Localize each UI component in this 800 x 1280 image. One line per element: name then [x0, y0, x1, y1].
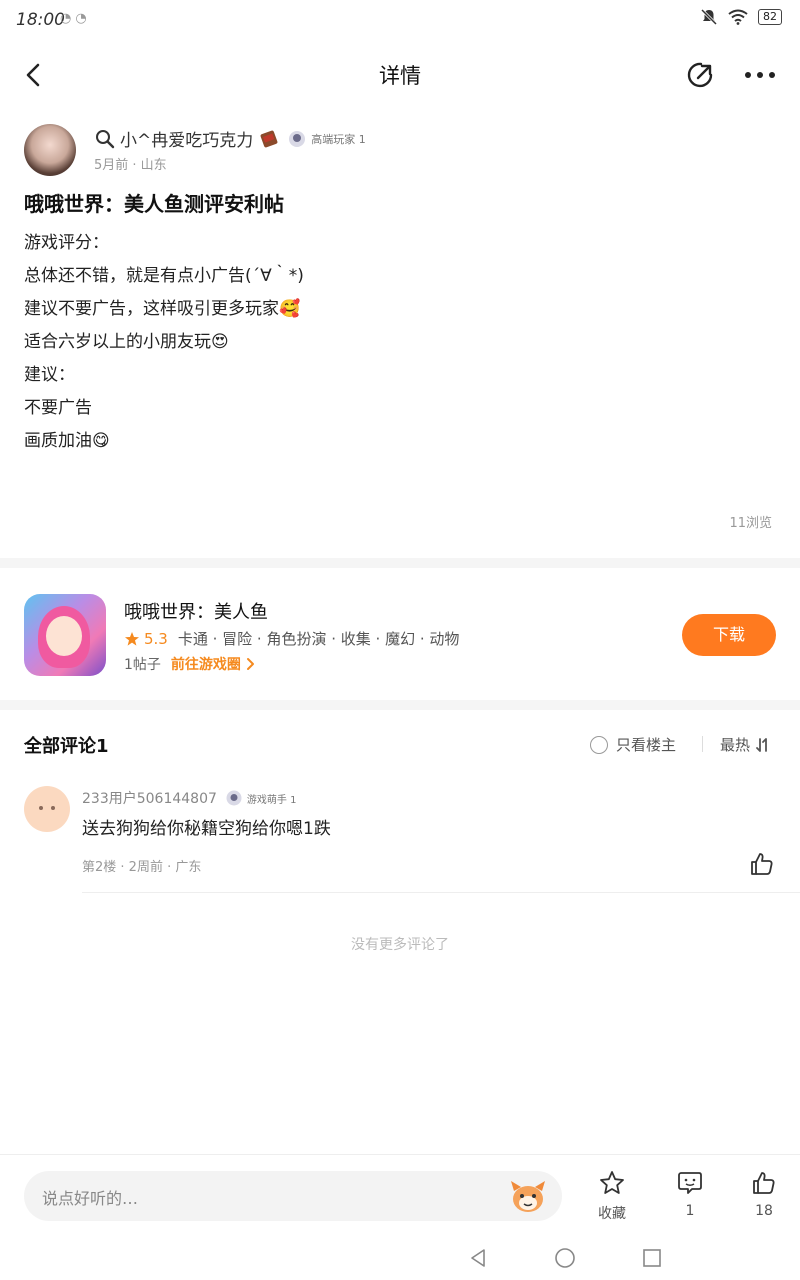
chevron-right-icon [246, 658, 254, 670]
game-tags: 卡通 · 冒险 · 角色扮演 · 收集 · 魔幻 · 动物 [177, 630, 460, 648]
avatar-eye [39, 806, 43, 810]
notification-icons: ◔◔ [60, 11, 91, 26]
wifi-icon [728, 9, 748, 25]
favorite-button[interactable]: 收藏 [582, 1169, 642, 1223]
author-level-badge: 高端玩家 1 [311, 132, 366, 146]
player-badge-icon [226, 790, 242, 806]
status-time: 18:00 [16, 10, 65, 30]
sort-label: 最热 [720, 736, 751, 754]
post-meta: 5月前 · 山东 [94, 158, 167, 173]
nav-recents-square-icon[interactable] [640, 1246, 664, 1270]
header-separator [702, 736, 703, 752]
player-badge-icon [289, 130, 306, 147]
nav-home-circle-icon[interactable] [553, 1246, 577, 1270]
game-posts-line: 1帖子 前往游戏圈 [124, 654, 257, 674]
only-op-toggle[interactable]: 只看楼主 [590, 734, 676, 755]
post-header: 小^冉爱吃巧克力 高端玩家 1 5月前 · 山东 [24, 124, 784, 180]
bottom-action-bar: 说点好听的… 收藏 1 18 [0, 1154, 800, 1234]
sort-toggle[interactable]: 最热 [720, 734, 772, 755]
no-more-comments: 没有更多评论了 [351, 937, 449, 953]
status-icons: 82 [700, 8, 782, 26]
post-line: 适合六岁以上的小朋友玩😍 [24, 332, 229, 352]
post-line: 总体还不错，就是有点小广告(´∀｀*) [24, 266, 304, 286]
thumbs-up-icon [751, 853, 773, 875]
view-count: 11浏览 [729, 516, 772, 531]
magnifier-emoji-icon [96, 129, 115, 148]
system-nav-bar [0, 1236, 800, 1280]
post-line: 游戏评分： [24, 233, 109, 253]
game-tags-line: 5.3 卡通 · 冒险 · 角色扮演 · 收集 · 魔幻 · 动物 [124, 628, 459, 649]
comment-bubble-icon [678, 1172, 702, 1194]
page-title: 详情 [379, 64, 421, 88]
game-icon[interactable] [24, 594, 106, 676]
avatar-eye [51, 806, 55, 810]
chocolate-emoji-icon [260, 130, 278, 147]
post-line: 不要广告 [24, 398, 92, 418]
post-line: 画质加油😋 [24, 431, 110, 451]
post-body: 游戏评分： 总体还不错，就是有点小广告(´∀｀*) 建议不要广告，这样吸引更多玩… [24, 230, 764, 461]
post-line: 建议： [24, 365, 75, 385]
comment-divider [82, 892, 800, 893]
mascot-emoji-icon[interactable] [508, 1177, 548, 1215]
game-card[interactable]: 哦哦世界：美人鱼 5.3 卡通 · 冒险 · 角色扮演 · 收集 · 魔幻 · … [0, 580, 800, 694]
only-op-label: 只看楼主 [616, 736, 677, 754]
battery-indicator: 82 [758, 9, 782, 25]
star-outline-icon [600, 1171, 624, 1194]
author-avatar[interactable] [24, 124, 76, 176]
mute-bell-icon [700, 8, 718, 26]
comments-header: 全部评论1 只看楼主 最热 [0, 722, 800, 766]
download-button[interactable]: 下载 [682, 614, 776, 656]
author-line: 小^冉爱吃巧克力 高端玩家 1 [94, 126, 366, 151]
more-dots-icon [745, 72, 775, 78]
radio-circle-icon [590, 735, 608, 754]
comment-meta: 第2楼 · 2周前 · 广东 [82, 860, 202, 875]
nav-bar: 详情 [0, 46, 800, 104]
comment-input-placeholder: 说点好听的… [42, 1189, 139, 1208]
post-title: 哦哦世界：美人鱼测评安利帖 [24, 192, 284, 216]
like-button[interactable]: 18 [734, 1169, 794, 1219]
comment-text: 送去狗狗给你秘籍空狗给你嗯1跌 [82, 819, 331, 839]
commenter-level-badge: 游戏萌手 1 [246, 794, 297, 806]
post-line: 建议不要广告，这样吸引更多玩家🥰 [24, 299, 301, 319]
share-button[interactable] [684, 58, 718, 92]
star-icon [125, 631, 139, 646]
more-button[interactable] [740, 58, 780, 92]
game-name[interactable]: 哦哦世界：美人鱼 [124, 598, 268, 624]
like-count: 18 [755, 1203, 773, 1219]
game-posts-count: 1帖子 [124, 657, 161, 673]
game-icon-face [46, 616, 82, 656]
comments-title: 全部评论1 [24, 736, 109, 757]
section-divider [0, 558, 800, 568]
comment-count-button[interactable]: 1 [660, 1169, 720, 1219]
comment-item: 233用户506144807 游戏萌手 1 送去狗狗给你秘籍空狗给你嗯1跌 第2… [0, 784, 800, 894]
commenter-name[interactable]: 233用户506144807 [82, 788, 217, 808]
commenter-avatar[interactable] [24, 786, 70, 832]
share-icon [687, 62, 713, 88]
thumbs-up-icon [753, 1172, 775, 1194]
comment-count: 1 [685, 1203, 695, 1219]
nav-back-triangle-icon[interactable] [466, 1246, 490, 1270]
section-divider [0, 700, 800, 710]
goto-game-circle-link[interactable]: 前往游戏圈 [171, 654, 241, 674]
author-name[interactable]: 小^冉爱吃巧克力 [120, 126, 253, 151]
comment-like-button[interactable] [748, 850, 776, 878]
comment-input[interactable]: 说点好听的… [24, 1171, 562, 1221]
game-rating: 5.3 [144, 629, 168, 648]
status-bar: 18:00 ◔◔ 82 [0, 0, 800, 40]
favorite-label: 收藏 [598, 1206, 626, 1222]
sort-arrows-icon [756, 737, 767, 752]
commenter-line: 233用户506144807 游戏萌手 1 [82, 788, 296, 808]
